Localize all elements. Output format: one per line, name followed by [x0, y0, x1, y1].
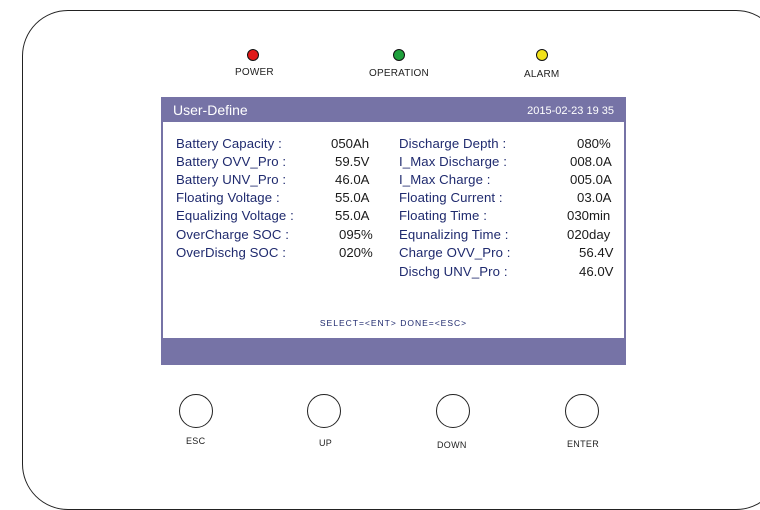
- down-button-label: DOWN: [437, 440, 467, 450]
- param-label[interactable]: Equalizing Voltage :: [176, 208, 294, 223]
- param-label[interactable]: Discharge Depth :: [399, 136, 506, 151]
- param-label[interactable]: Battery UNV_Pro :: [176, 172, 286, 187]
- param-value[interactable]: 46.0V: [579, 264, 613, 279]
- operation-led-label: OPERATION: [369, 68, 429, 79]
- param-value[interactable]: 008.0A: [570, 154, 612, 169]
- param-value[interactable]: 080%: [577, 136, 611, 151]
- param-label[interactable]: Battery OVV_Pro :: [176, 154, 286, 169]
- param-value[interactable]: 56.4V: [579, 245, 613, 260]
- param-value[interactable]: 55.0A: [335, 190, 369, 205]
- param-value[interactable]: 55.0A: [335, 208, 369, 223]
- esc-button-label: ESC: [186, 436, 206, 446]
- param-value[interactable]: 020day: [567, 227, 610, 242]
- param-value[interactable]: 020%: [339, 245, 373, 260]
- screen-title: User-Define: [173, 102, 248, 118]
- param-label[interactable]: OverDischg SOC :: [176, 245, 286, 260]
- param-value[interactable]: 030min: [567, 208, 610, 223]
- settings-list: Battery Capacity : 050Ah Battery OVV_Pro…: [163, 122, 624, 338]
- operation-led-icon: [393, 49, 405, 61]
- param-label[interactable]: Equnalizing Time :: [399, 227, 509, 242]
- param-label[interactable]: Charge OVV_Pro :: [399, 245, 511, 260]
- power-led-icon: [247, 49, 259, 61]
- lcd-screen: User-Define 2015-02-23 19 35 Battery Cap…: [161, 97, 626, 365]
- enter-button-label: ENTER: [567, 439, 600, 449]
- param-value[interactable]: 59.5V: [335, 154, 369, 169]
- power-led-label: POWER: [235, 67, 274, 78]
- screen-datetime: 2015-02-23 19 35: [527, 105, 614, 117]
- param-value[interactable]: 46.0A: [335, 172, 369, 187]
- up-button-label: UP: [319, 438, 333, 448]
- alarm-led-icon: [536, 49, 548, 61]
- alarm-led-label: ALARM: [524, 69, 560, 80]
- param-label[interactable]: OverCharge SOC :: [176, 227, 289, 242]
- param-label[interactable]: Dischg UNV_Pro :: [399, 264, 508, 279]
- param-label[interactable]: Floating Voltage :: [176, 190, 280, 205]
- down-button[interactable]: [436, 394, 470, 428]
- key-hint: SELECT=<ENT> DONE=<ESC>: [319, 318, 468, 328]
- param-label[interactable]: Battery Capacity :: [176, 136, 282, 151]
- param-label[interactable]: Floating Current :: [399, 190, 503, 205]
- up-button[interactable]: [307, 394, 341, 428]
- param-label[interactable]: Floating Time :: [399, 208, 487, 223]
- screen-header: User-Define 2015-02-23 19 35: [161, 97, 626, 122]
- param-value[interactable]: 03.0A: [577, 190, 611, 205]
- param-value[interactable]: 050Ah: [331, 136, 369, 151]
- esc-button[interactable]: [179, 394, 213, 428]
- param-value[interactable]: 095%: [339, 227, 373, 242]
- param-label[interactable]: I_Max Charge :: [399, 172, 491, 187]
- param-label[interactable]: I_Max Discharge :: [399, 154, 507, 169]
- enter-button[interactable]: [565, 394, 599, 428]
- param-value[interactable]: 005.0A: [570, 172, 612, 187]
